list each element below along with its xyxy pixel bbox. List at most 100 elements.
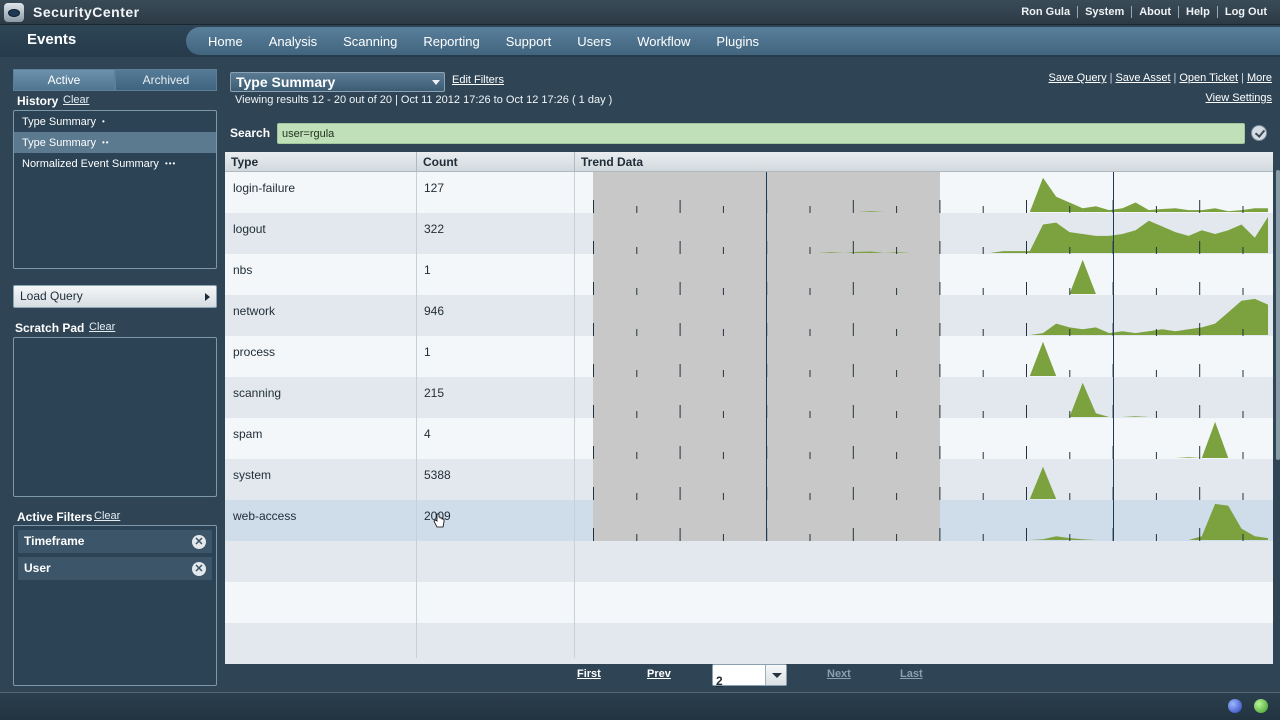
empty-row — [225, 582, 1273, 623]
results-table: Type Count Trend Data login-failure 127 lo… — [225, 152, 1273, 664]
chevron-down-icon — [432, 80, 440, 85]
more-link[interactable]: More — [1247, 72, 1272, 84]
nav-workflow[interactable]: Workflow — [624, 34, 703, 49]
scratch-pad-clear-link[interactable]: Clear — [89, 321, 115, 333]
history-item[interactable]: Type Summary • — [14, 111, 216, 132]
column-divider — [416, 172, 417, 658]
search-input[interactable] — [277, 123, 1245, 144]
user-name-link[interactable]: Ron Gula — [1014, 6, 1077, 18]
tool-select[interactable]: Type Summary — [230, 72, 445, 92]
hand-cursor-icon — [433, 513, 445, 528]
tool-select-value: Type Summary — [236, 74, 336, 90]
cell-count: 4 — [424, 427, 431, 441]
filter-label: Timeframe — [24, 534, 85, 548]
table-row[interactable]: network 946 — [225, 295, 1273, 336]
status-bar — [0, 692, 1280, 720]
securitycenter-eye-icon — [4, 3, 24, 22]
save-asset-link[interactable]: Save Asset — [1115, 72, 1170, 84]
nav-reporting[interactable]: Reporting — [410, 34, 492, 49]
separator: | — [1109, 72, 1113, 84]
search-label: Search — [230, 126, 271, 140]
table-header: Type Count Trend Data — [225, 152, 1273, 172]
window-scrollbar[interactable] — [1276, 170, 1280, 460]
history-item-label: Type Summary — [22, 116, 96, 128]
history-item-label: Type Summary — [22, 137, 96, 149]
cell-count: 127 — [424, 181, 445, 195]
system-link[interactable]: System — [1077, 6, 1131, 18]
nav-users[interactable]: Users — [564, 34, 624, 49]
cell-type: scanning — [233, 386, 282, 400]
open-ticket-link[interactable]: Open Ticket — [1179, 72, 1238, 84]
table-row[interactable]: logout 322 — [225, 213, 1273, 254]
view-settings-link[interactable]: View Settings — [1206, 92, 1272, 104]
history-item[interactable]: Normalized Event Summary ••• — [14, 153, 216, 174]
table-row[interactable]: spam 4 — [225, 418, 1273, 459]
filter-item-timeframe[interactable]: Timeframe ✕ — [18, 530, 212, 553]
cell-count: 946 — [424, 304, 445, 318]
trend-sparkline — [593, 336, 1268, 377]
nav-home[interactable]: Home — [195, 34, 256, 49]
trend-sparkline — [593, 213, 1268, 254]
table-row[interactable]: process 1 — [225, 336, 1273, 377]
column-divider — [574, 172, 575, 658]
nav-plugins[interactable]: Plugins — [703, 34, 772, 49]
about-link[interactable]: About — [1131, 6, 1178, 18]
results-summary: Viewing results 12 - 20 out of 20 | Oct … — [235, 94, 613, 106]
nav-scanning[interactable]: Scanning — [330, 34, 410, 49]
cell-count: 5388 — [424, 468, 451, 482]
column-header-type[interactable]: Type — [225, 152, 417, 172]
cell-count: 1 — [424, 345, 431, 359]
cell-count: 322 — [424, 222, 445, 236]
chevron-down-icon — [765, 665, 786, 685]
trend-sparkline — [593, 377, 1268, 418]
next-page-link[interactable]: Next — [827, 668, 851, 680]
pagination: First Prev 2 Next Last — [225, 662, 1280, 692]
main-nav: Home Analysis Scanning Reporting Support… — [186, 27, 1280, 55]
empty-row — [225, 623, 1273, 664]
cell-type: spam — [233, 427, 263, 441]
table-row[interactable]: login-failure 127 — [225, 172, 1273, 213]
page-select[interactable]: 2 — [712, 664, 787, 688]
last-page-link[interactable]: Last — [900, 668, 923, 680]
scratch-pad-label: Scratch Pad — [15, 321, 85, 335]
search-submit-icon[interactable] — [1251, 125, 1267, 141]
help-link[interactable]: Help — [1178, 6, 1217, 18]
history-item-selected[interactable]: Type Summary •• — [14, 132, 216, 153]
active-filters-list: Timeframe ✕ User ✕ — [13, 525, 217, 686]
trend-sparkline — [593, 295, 1268, 336]
history-clear-link[interactable]: Clear — [63, 94, 89, 106]
table-row[interactable]: system 5388 — [225, 459, 1273, 500]
edit-filters-link[interactable]: Edit Filters — [452, 74, 504, 86]
table-row[interactable]: nbs 1 — [225, 254, 1273, 295]
table-row[interactable]: scanning 215 — [225, 377, 1273, 418]
query-actions: Save Query | Save Asset | Open Ticket | Mor… — [1049, 72, 1272, 84]
tab-archived[interactable]: Archived — [115, 69, 217, 91]
chevron-right-icon — [205, 293, 210, 301]
remove-filter-icon[interactable]: ✕ — [192, 535, 206, 549]
history-list: Type Summary • Type Summary •• Normalized … — [13, 110, 217, 269]
trend-sparkline — [593, 459, 1268, 500]
history-item-dots: •• — [101, 138, 110, 147]
header: Events Home Analysis Scanning Reporting … — [0, 25, 1280, 57]
prev-page-link[interactable]: Prev — [647, 668, 671, 680]
save-query-link[interactable]: Save Query — [1049, 72, 1107, 84]
column-header-count[interactable]: Count — [417, 152, 575, 172]
remove-filter-icon[interactable]: ✕ — [192, 562, 206, 576]
logout-link[interactable]: Log Out — [1216, 6, 1274, 18]
load-query-button[interactable]: Load Query — [13, 285, 217, 308]
main-content: Type Summary Edit Filters Viewing result… — [225, 57, 1280, 692]
scratch-pad-area[interactable] — [13, 337, 217, 497]
table-row[interactable]: web-access2009 — [225, 500, 1273, 541]
filter-label: User — [24, 561, 51, 575]
filter-item-user[interactable]: User ✕ — [18, 557, 212, 580]
cell-type: network — [233, 304, 276, 318]
active-filters-clear-link[interactable]: Clear — [94, 510, 120, 522]
load-query-label: Load Query — [20, 289, 83, 303]
tab-active[interactable]: Active — [13, 69, 115, 91]
trend-sparkline — [593, 500, 1268, 541]
first-page-link[interactable]: First — [577, 668, 601, 680]
nav-support[interactable]: Support — [493, 34, 565, 49]
cell-type: process — [233, 345, 276, 359]
nav-analysis[interactable]: Analysis — [256, 34, 330, 49]
page-title: Events — [27, 31, 77, 48]
